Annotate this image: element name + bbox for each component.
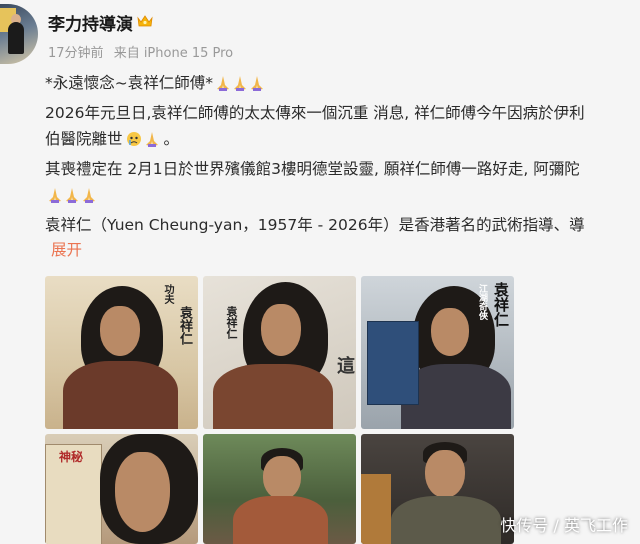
photo-5[interactable]: [203, 434, 356, 544]
photo-2[interactable]: 袁祥仁 這: [203, 276, 356, 429]
photo-1-caption: 袁祥仁: [177, 306, 192, 345]
praying-hands-icon: [233, 73, 247, 100]
photo-2-caption: 袁祥仁: [225, 306, 238, 339]
praying-hands-icon: [48, 185, 62, 212]
author-avatar[interactable]: [0, 4, 38, 64]
post-line-6: 袁祥仁（Yuen Cheung-yan，1957年 - 2026年）是香港著名的…: [45, 215, 585, 234]
watermark: 快传号 / 英飞工作: [500, 516, 628, 535]
author-name[interactable]: 李力持導演: [48, 10, 133, 35]
photo-1-tag: 功夫: [162, 284, 173, 304]
avatar-figure: [8, 22, 24, 54]
photo-2-tag: 這: [334, 356, 355, 374]
crown-icon: [137, 15, 153, 27]
praying-hands-icon: [65, 185, 79, 212]
praying-hands-icon: [250, 73, 264, 100]
praying-hands-icon: [145, 129, 159, 156]
photo-3-tag: 江湖奇俠: [477, 284, 487, 320]
post-line-3: 伯醫院離世 。: [45, 126, 640, 156]
post-line-2: 2026年元旦日,袁祥仁師傅的太太傳來一個沉重 消息, 祥仁師傅今午因病於伊利: [45, 103, 585, 122]
expand-link[interactable]: 展开: [51, 238, 82, 260]
photo-6-chair: [361, 474, 391, 544]
post-line-5: [45, 182, 640, 212]
praying-hands-icon: [82, 185, 96, 212]
photo-3-caption: 袁祥仁: [492, 282, 510, 327]
photo-3-book: [367, 321, 419, 405]
photo-3[interactable]: 袁祥仁 江湖奇俠: [361, 276, 514, 429]
post-line-4: 其喪禮定在 2月1日於世界殯儀館3樓明德堂設靈, 願祥仁師傅一路好走, 阿彌陀: [45, 159, 580, 178]
photo-4-tag: 神秘: [59, 450, 84, 464]
post-meta: 17分钟前 来自 iPhone 15 Pro: [48, 42, 239, 61]
photo-4[interactable]: 神秘: [45, 434, 198, 544]
post-body: *永遠懷念~袁祥仁師傅* 2026年元旦日,袁祥仁師傅的太太傳來一個沉重 消息,…: [45, 70, 640, 238]
praying-hands-icon: [216, 73, 230, 100]
post-source[interactable]: 来自 iPhone 15 Pro: [114, 46, 233, 61]
crying-face-icon: [126, 129, 142, 156]
photo-1[interactable]: 袁祥仁 功夫: [45, 276, 198, 429]
post-line-1: *永遠懷念~袁祥仁師傅*: [45, 70, 640, 100]
photo-6[interactable]: [361, 434, 514, 544]
post-time: 17分钟前: [48, 46, 104, 61]
